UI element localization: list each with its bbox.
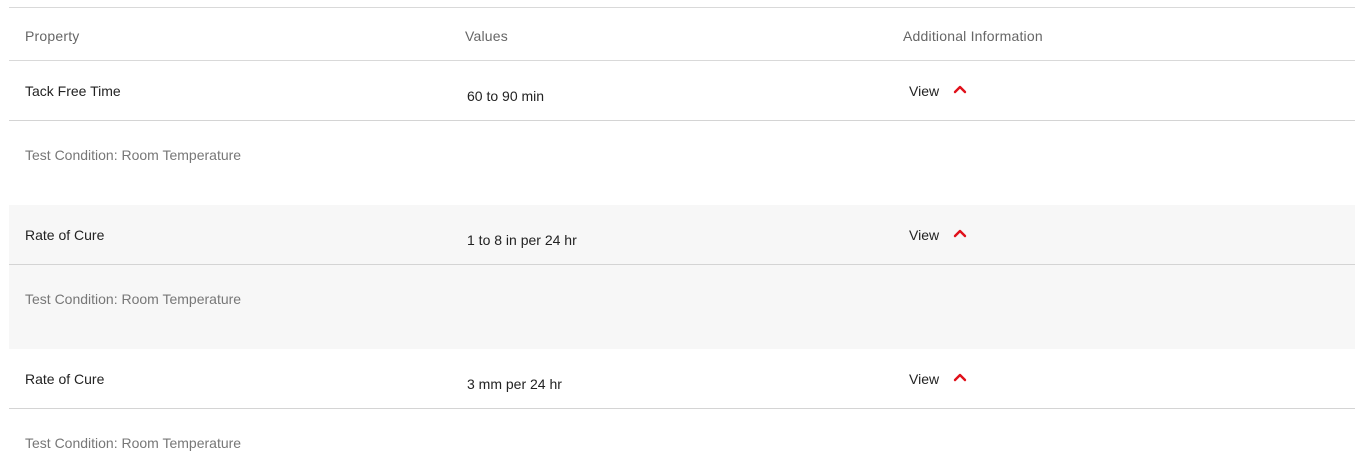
- row-detail: Test Condition: Room Temperature: [9, 121, 1355, 205]
- test-condition: Test Condition: Room Temperature: [25, 147, 242, 163]
- table-row-group: Rate of Cure 1 to 8 in per 24 hr View Te…: [9, 205, 1355, 349]
- value-cell: 3 mm per 24 hr: [467, 376, 562, 392]
- view-link[interactable]: View: [909, 83, 939, 99]
- table-row: Rate of Cure 1 to 8 in per 24 hr View: [9, 205, 1355, 265]
- value-cell: 60 to 90 min: [467, 88, 545, 104]
- property-cell: Rate of Cure: [25, 227, 105, 243]
- table-row: Rate of Cure 3 mm per 24 hr View: [9, 349, 1355, 409]
- view-toggle[interactable]: View: [909, 223, 967, 247]
- header-additional-information: Additional Information: [903, 28, 1043, 44]
- chevron-up-icon[interactable]: [953, 228, 967, 238]
- table-header: Property Values Additional Information: [9, 7, 1355, 61]
- table-row-group: Rate of Cure 3 mm per 24 hr View Test Co…: [9, 349, 1355, 453]
- property-cell: Tack Free Time: [25, 83, 121, 99]
- table-row: Tack Free Time 60 to 90 min View: [9, 61, 1355, 121]
- view-link[interactable]: View: [909, 227, 939, 243]
- test-condition: Test Condition: Room Temperature: [25, 291, 242, 307]
- row-detail: Test Condition: Room Temperature: [9, 409, 1355, 453]
- header-values: Values: [465, 28, 508, 44]
- value-cell: 1 to 8 in per 24 hr: [467, 232, 577, 248]
- properties-table: Property Values Additional Information T…: [0, 0, 1355, 453]
- chevron-up-icon[interactable]: [953, 372, 967, 382]
- row-detail: Test Condition: Room Temperature: [9, 265, 1355, 349]
- table-row-group: Tack Free Time 60 to 90 min View Test Co…: [9, 61, 1355, 205]
- chevron-up-icon[interactable]: [953, 84, 967, 94]
- header-property: Property: [25, 28, 80, 44]
- property-cell: Rate of Cure: [25, 371, 105, 387]
- test-condition: Test Condition: Room Temperature: [25, 435, 242, 451]
- view-link[interactable]: View: [909, 371, 939, 387]
- view-toggle[interactable]: View: [909, 367, 967, 391]
- view-toggle[interactable]: View: [909, 79, 967, 103]
